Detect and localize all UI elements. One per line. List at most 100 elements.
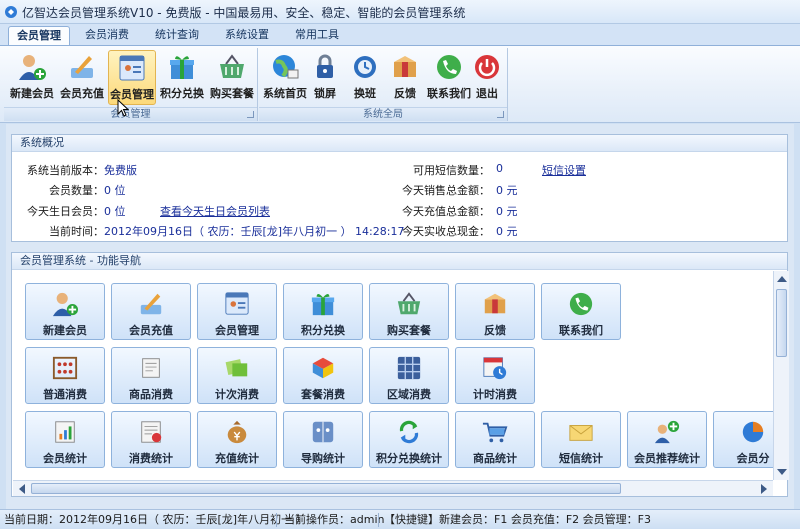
birthday-label: 今天生日会员： [27,205,104,218]
ribbon-tab-row: 会员管理 会员消费 统计查询 系统设置 常用工具 [0,24,800,45]
feedback-button[interactable]: 反馈 [385,50,425,105]
scroll-thumb[interactable] [31,483,621,494]
points-exchange-button[interactable]: 积分兑换 [158,50,206,105]
today-recharge-label: 今天充值总金额： [402,205,490,218]
abacus-icon [52,356,78,380]
member-stat-icon [55,421,75,443]
group-launcher-icon[interactable] [497,111,504,118]
contact-us-button[interactable]: 联系我们 [425,50,473,105]
nav-member-manage-button[interactable]: 会员管理 [197,283,277,340]
ribbon-group-title: 会员管理 [4,107,257,121]
sms-envelope-icon [569,425,593,441]
member-recharge-button[interactable]: 会员充值 [58,50,106,105]
tab-member-manage[interactable]: 会员管理 [8,26,70,45]
scroll-thumb[interactable] [776,289,787,357]
exit-button[interactable]: 退出 [469,50,505,105]
tab-member-consume[interactable]: 会员消费 [76,26,138,45]
tab-statistics[interactable]: 统计查询 [146,26,208,45]
globe-home-icon [273,55,299,79]
cart-icon [482,422,508,443]
nav-points-exchange-button[interactable]: 积分兑换 [283,283,363,340]
panel-title: 会员管理系统 - 功能导航 [12,253,787,270]
nav-goods-stat-button[interactable]: 商品统计 [455,411,535,468]
nav-member-group-stat-button[interactable]: 会员分 [713,411,777,468]
money-bag-icon [227,420,247,444]
nav-guide-stat-button[interactable]: 导购统计 [283,411,363,468]
today-cash-value: 0 元 [496,225,518,238]
nav-area-consume-button[interactable]: 区域消费 [369,347,449,404]
change-shift-button[interactable]: 换班 [345,50,385,105]
recharge-icon [71,56,93,78]
status-operator: 当前操作员：admin [284,513,385,526]
mouse-cursor-icon [117,99,129,117]
birthday-value: 0 位 [104,205,126,218]
buy-package-button[interactable]: 购买套餐 [208,50,256,105]
current-time-label: 当前时间： [49,225,104,238]
nav-count-consume-button[interactable]: 计次消费 [197,347,277,404]
tab-system-settings[interactable]: 系统设置 [216,26,278,45]
nav-feedback-button[interactable]: 反馈 [455,283,535,340]
guide-stat-icon [312,421,334,443]
nav-contact-us-button[interactable]: 联系我们 [541,283,621,340]
scroll-left-icon[interactable] [19,484,25,494]
nav-recharge-stat-button[interactable]: 充值统计 [197,411,277,468]
nav-referral-stat-button[interactable]: 会员推荐统计 [627,411,707,468]
sms-count-value: 0 [496,162,503,175]
system-home-button[interactable]: 系统首页 [261,50,309,105]
today-cash-label: 今天实收总现金： [402,225,490,238]
nav-timed-consume-button[interactable]: 计时消费 [455,347,535,404]
today-sales-value: 0 元 [496,184,518,197]
app-logo-icon [5,6,17,18]
scroll-right-icon[interactable] [761,484,767,494]
sms-settings-link[interactable]: 短信设置 [542,162,586,178]
member-count-label: 会员数量： [49,184,104,197]
shift-change-icon [354,56,376,78]
main-content: 系统概况 系统当前版本： 免费版 会员数量： 0 位 今天生日会员： 0 位 查… [6,124,794,509]
nav-new-member-button[interactable]: 新建会员 [25,283,105,340]
current-time-value: 2012年09月16日（ 农历：壬辰[龙]年八月初一 ） 14:28:17 [104,225,405,238]
nav-normal-consume-button[interactable]: 普通消费 [25,347,105,404]
birthday-list-link[interactable]: 查看今天生日会员列表 [160,203,270,219]
status-bar: 当前日期：2012年09月16日（ 农历：壬辰[龙]年八月初一 ） 当前操作员：… [0,509,800,529]
group-launcher-icon[interactable] [247,111,254,118]
basket-icon [220,54,244,78]
window-title: 亿智达会员管理系统V10 - 免费版 - 中国最易用、安全、稳定、智能的会员管理… [22,6,466,20]
status-shortcuts: 【快捷键】新建会员：F1 会员充值：F2 会员管理：F3 [384,513,651,526]
vertical-scrollbar[interactable] [773,271,789,480]
feedback-box-icon [394,56,416,77]
member-manage-icon [225,292,249,315]
function-nav-panel: 会员管理系统 - 功能导航 新建会员 会员充值 会员管理 积分兑换 购买套餐 反… [11,252,789,497]
ticket-icon [225,359,248,377]
lock-screen-button[interactable]: 锁屏 [305,50,345,105]
phone-icon [437,55,461,79]
scroll-up-icon[interactable] [777,276,787,282]
scroll-down-icon[interactable] [777,469,787,475]
recharge-icon [140,293,162,315]
tab-common-tools[interactable]: 常用工具 [286,26,348,45]
ribbon-group-member: 新建会员 会员充值 会员管理 积分兑换 购买套餐 会员管理 [4,48,258,121]
status-separator [276,513,277,527]
nav-sms-stat-button[interactable]: 短信统计 [541,411,621,468]
gift-icon [170,56,194,79]
member-manage-icon [119,55,145,81]
add-member-icon [19,55,46,80]
nav-points-exchange-stat-button[interactable]: 积分兑换统计 [369,411,449,468]
version-label: 系统当前版本： [27,164,104,177]
gift-icon [311,294,335,316]
version-value: 免费版 [104,164,137,177]
nav-goods-consume-button[interactable]: 商品消费 [111,347,191,404]
ribbon-group-title: 系统全局 [259,107,507,121]
nav-member-stat-button[interactable]: 会员统计 [25,411,105,468]
member-manage-button[interactable]: 会员管理 [108,50,156,105]
nav-buy-package-button[interactable]: 购买套餐 [369,283,449,340]
phone-icon [569,292,593,316]
nav-member-recharge-button[interactable]: 会员充值 [111,283,191,340]
new-member-button[interactable]: 新建会员 [8,50,56,105]
nav-consume-stat-button[interactable]: 消费统计 [111,411,191,468]
refresh-points-icon [399,420,419,444]
title-bar: 亿智达会员管理系统V10 - 免费版 - 中国最易用、安全、稳定、智能的会员管理… [0,0,800,24]
horizontal-scrollbar[interactable] [13,480,773,496]
ribbon-group-system: 系统首页 锁屏 换班 反馈 联系我们 退出 系统全局 [259,48,508,121]
panel-title: 系统概况 [12,135,787,152]
nav-package-consume-button[interactable]: 套餐消费 [283,347,363,404]
